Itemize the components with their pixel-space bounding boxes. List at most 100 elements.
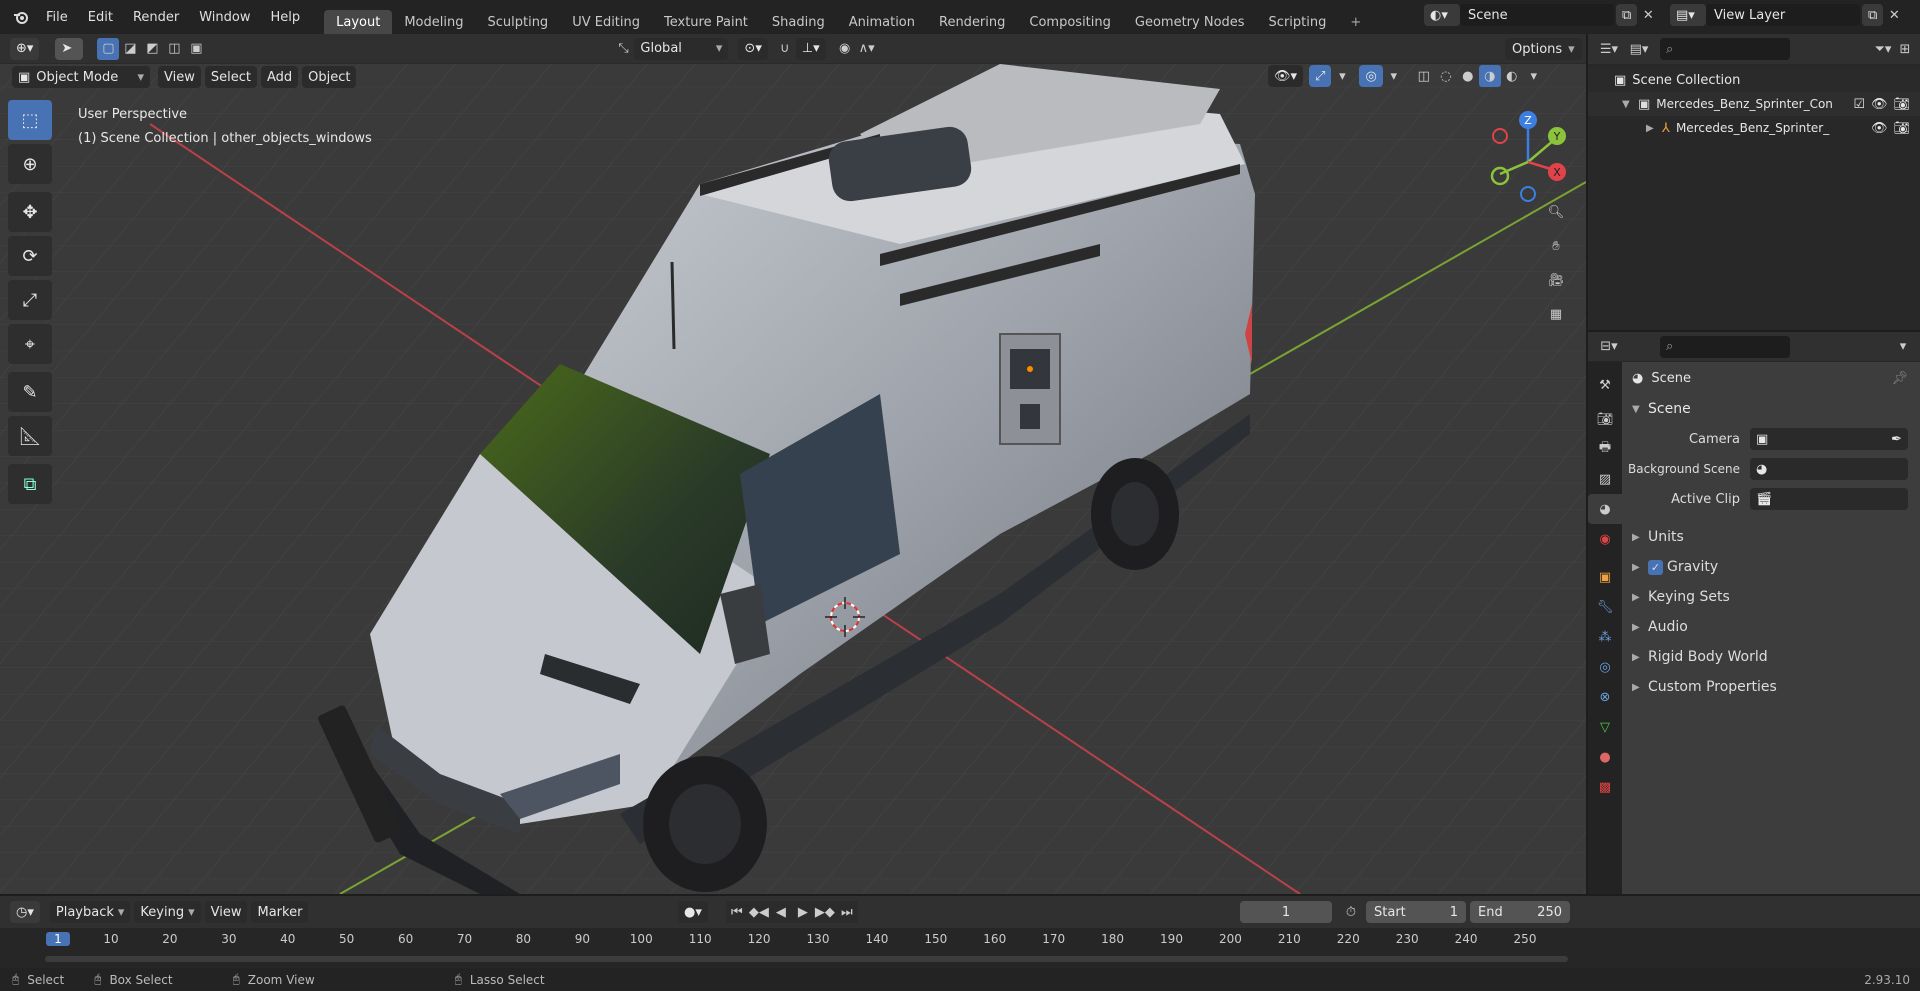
navigation-gizmo[interactable]: Z Y X [1480,104,1570,204]
shading-chevron-icon[interactable]: ▾ [1523,65,1545,87]
object-render-camera-icon[interactable]: 📷︎ [1893,121,1910,136]
menu-help[interactable]: Help [261,10,311,25]
current-frame-field[interactable]: 1 [1240,901,1332,923]
stopwatch-icon[interactable]: ⏱ [1340,901,1362,923]
output-tab-icon[interactable]: 🖶︎ [1588,434,1622,464]
transform-tool-icon[interactable]: ⌖ [8,324,52,364]
tool-tab-icon[interactable]: ⚒ [1588,370,1622,400]
blender-logo-icon[interactable] [10,6,32,28]
annotate-tool-icon[interactable]: ✎ [8,372,52,412]
mode-invert-selection-icon[interactable]: ◫ [163,38,185,60]
collapse-icon[interactable]: ▶ [1646,123,1662,134]
pan-hand-icon[interactable]: ✋︎ [1541,231,1571,261]
overlay-toggle-icon[interactable]: ◎ [1359,65,1383,87]
rotate-tool-icon[interactable]: ⟳ [8,236,52,276]
tab-animation[interactable]: Animation [837,10,927,34]
outliner-row-collection[interactable]: ▼ ▣ Mercedes_Benz_Sprinter_Con ☑ 👁︎ 📷︎ [1588,92,1920,116]
falloff-icon[interactable]: ∧▾ [856,38,878,60]
tab-geometry-nodes[interactable]: Geometry Nodes [1123,10,1257,34]
tab-shading[interactable]: Shading [760,10,837,34]
view-layer-copy-icon[interactable]: ⧉ [1862,4,1884,26]
menu-window[interactable]: Window [189,10,260,25]
menu-render[interactable]: Render [123,10,189,25]
menu-object[interactable]: Object [302,66,357,88]
cursor-tool-icon[interactable]: ⊕ [8,144,52,184]
scene-copy-icon[interactable]: ⧉ [1616,4,1638,26]
properties-search-input[interactable]: ⌕ [1660,335,1790,358]
keying-sets-section[interactable]: ▶ Keying Sets [1622,582,1920,612]
active-clip-field[interactable]: 🎬︎ [1750,488,1908,510]
render-tab-icon[interactable]: 📷︎ [1588,404,1622,434]
xray-icon[interactable]: ◫ [1413,65,1435,87]
object-mode-dropdown[interactable]: ▣ Object Mode ▾ [12,66,150,88]
material-shading-icon[interactable]: ◑ [1478,65,1501,87]
wireframe-shading-icon[interactable]: ◌ [1435,65,1457,87]
background-scene-field[interactable]: ◕ [1750,458,1908,480]
zoom-icon[interactable]: 🔍︎ [1541,197,1571,227]
rendered-shading-icon[interactable]: ◐ [1501,65,1523,87]
view-layer-field[interactable]: View Layer [1706,4,1860,26]
material-tab-icon[interactable]: ● [1588,742,1622,772]
world-tab-icon[interactable]: ◉ [1588,524,1622,554]
gizmo-toggle-icon[interactable]: ⤢ [1309,65,1332,87]
menu-file[interactable]: File [36,10,78,25]
play-icon[interactable]: ▶ [791,901,814,923]
exclude-checkbox-icon[interactable]: ☑ [1853,97,1865,112]
gizmo-neg-x-icon[interactable] [1492,128,1508,144]
snap-target-icon[interactable]: ⊥▾ [795,37,826,60]
scene-name-field[interactable]: Scene [1460,4,1614,26]
prev-keyframe-icon[interactable]: ◆◀ [747,901,770,923]
modifier-tab-icon[interactable]: 🔧︎ [1588,592,1622,622]
snap-icon[interactable]: ∪ [774,38,796,60]
object-visibility-eye-icon[interactable]: 👁︎ [1871,121,1888,136]
start-frame-field[interactable]: Start 1 [1366,901,1466,923]
mode-new-selection-icon[interactable]: ▢ [97,37,120,60]
camera-view-icon[interactable]: 🎥︎ [1541,265,1571,295]
gravity-checkbox[interactable]: ✓ [1648,559,1663,575]
display-mode-icon[interactable]: ▤▾ [1628,38,1650,60]
gizmo-neg-z-icon[interactable] [1520,186,1536,202]
playback-menu[interactable]: Playback ▾ [49,901,131,923]
physics-tab-icon[interactable]: ◎ [1588,652,1622,682]
tab-compositing[interactable]: Compositing [1017,10,1123,34]
mode-extend-selection-icon[interactable]: ◪ [119,38,141,60]
eyedropper-icon[interactable]: ✒ [1891,432,1902,447]
select-box-tool-icon[interactable]: ⬚ [8,100,52,140]
editor-type-icon[interactable]: ⊕▾ [10,37,40,60]
menu-edit[interactable]: Edit [78,10,123,25]
scene-collection-row[interactable]: ▣ Scene Collection [1588,68,1920,92]
marker-menu[interactable]: Marker [251,901,309,923]
mode-subtract-selection-icon[interactable]: ◩ [141,38,163,60]
properties-editor-type-icon[interactable]: ⊟▾ [1598,336,1620,358]
menu-add[interactable]: Add [260,66,299,88]
tab-texture-paint[interactable]: Texture Paint [652,10,760,34]
keying-menu[interactable]: Keying ▾ [134,901,201,923]
scale-tool-icon[interactable]: ⤢ [8,280,52,320]
constraints-tab-icon[interactable]: ⊗ [1588,682,1622,712]
tab-sculpting[interactable]: Sculpting [475,10,560,34]
menu-select[interactable]: Select [204,66,257,88]
move-tool-icon[interactable]: ✥ [8,192,52,232]
rigid-body-world-section[interactable]: ▶ Rigid Body World [1622,642,1920,672]
tab-rendering[interactable]: Rendering [927,10,1017,34]
play-reverse-icon[interactable]: ◀ [769,901,792,923]
pivot-point-icon[interactable]: ⊙▾ [738,37,768,60]
visibility-icon[interactable]: 👁︎▾ [1268,65,1304,87]
filter-icon[interactable]: ⏷▾ [1872,38,1894,60]
expand-icon[interactable]: ▼ [1622,99,1638,110]
outliner-editor-type-icon[interactable]: ☰▾ [1598,38,1620,60]
view-layer-tab-icon[interactable]: ▨ [1588,464,1622,494]
object-tab-icon[interactable]: ▣ [1588,562,1622,592]
jump-end-icon[interactable]: ⏭ [835,901,858,923]
grid-view-icon[interactable]: ▦ [1541,299,1571,329]
mode-intersect-selection-icon[interactable]: ▣ [185,38,207,60]
outliner-row-object[interactable]: ▶ ⅄ Mercedes_Benz_Sprinter_ 👁︎ 📷︎ [1588,116,1920,140]
custom-properties-section[interactable]: ▶ Custom Properties [1622,672,1920,702]
camera-field[interactable]: ▣ ✒ [1750,428,1908,450]
visibility-eye-icon[interactable]: 👁︎ [1871,97,1888,112]
menu-view[interactable]: View [158,66,201,88]
pin-icon[interactable]: 📌︎ [1891,371,1908,386]
scene-panel-header[interactable]: ▼ Scene [1622,394,1920,424]
tweak-tool-icon[interactable]: ➤ [55,37,84,60]
render-camera-icon[interactable]: 📷︎ [1893,97,1910,112]
